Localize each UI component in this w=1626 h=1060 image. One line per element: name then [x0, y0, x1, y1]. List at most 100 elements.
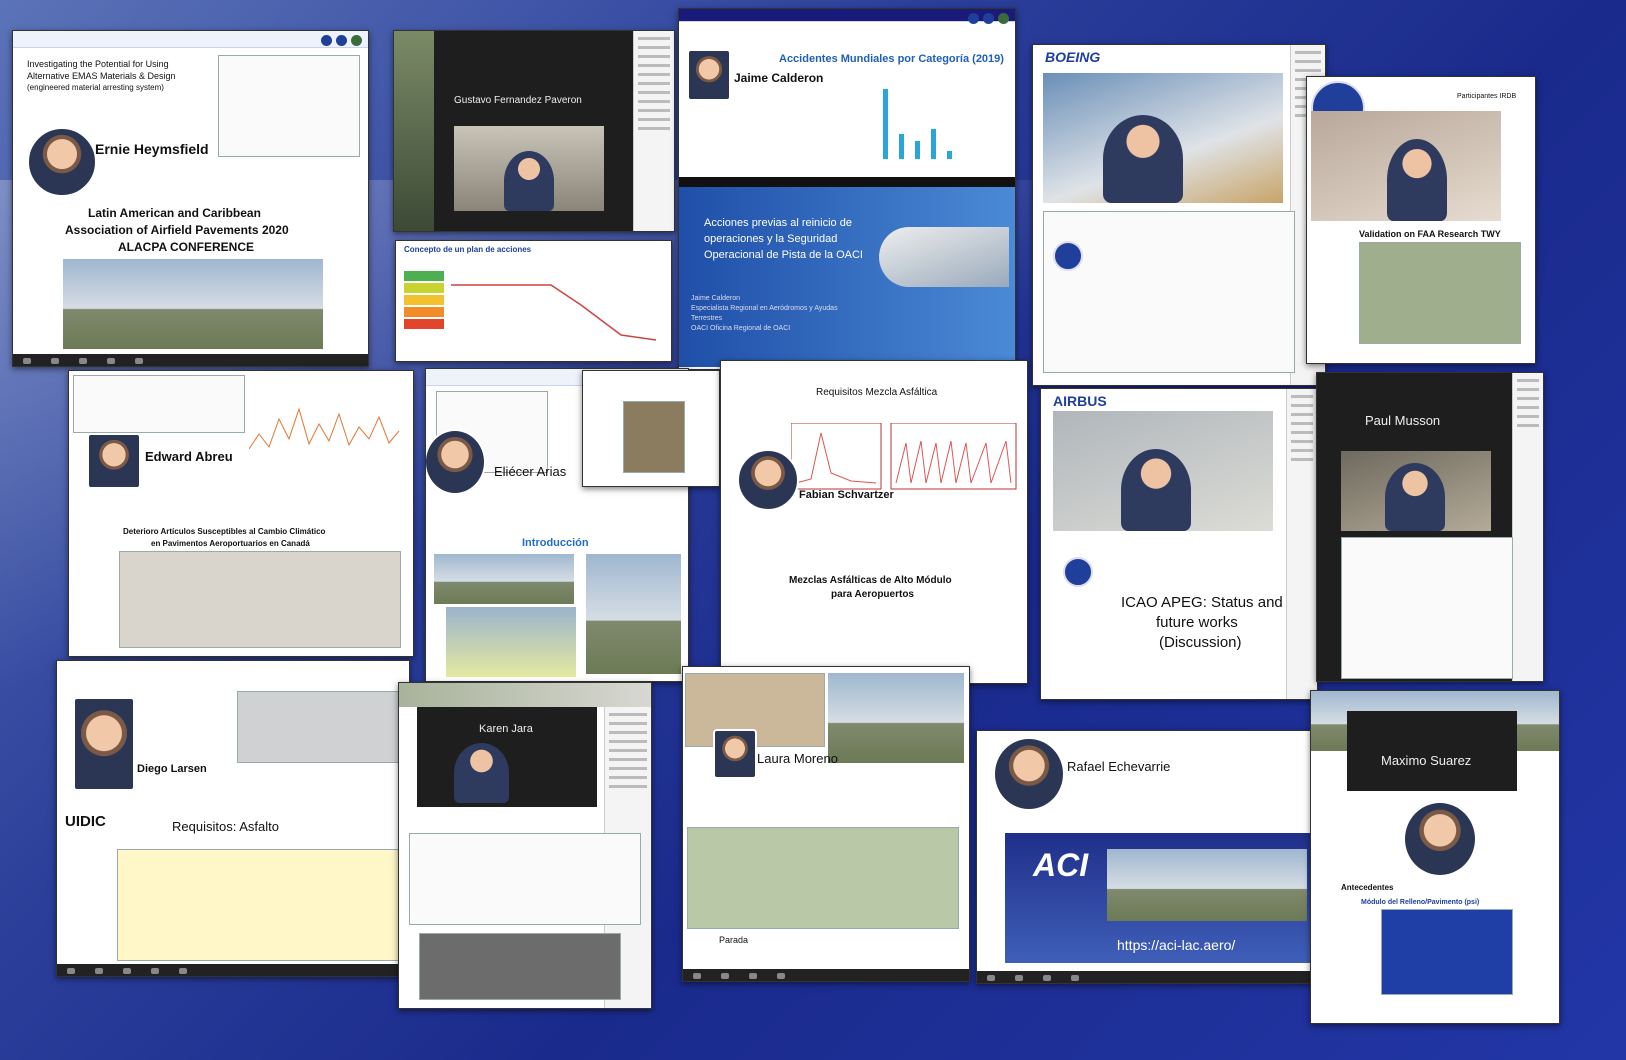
section-title: Introducción: [522, 537, 589, 549]
video-area: [1347, 711, 1517, 791]
conference-line-3: ALACPA CONFERENCE: [118, 240, 255, 254]
text-slide: [73, 375, 245, 433]
speaker-name: Rafael Echevarrie: [1067, 759, 1171, 774]
zoom-toolbar[interactable]: [977, 971, 1349, 983]
speaker-person: [454, 743, 509, 803]
chart-title: Módulo del Relleno/Pavimento (psi): [1361, 899, 1480, 906]
accident-bar-chart: [883, 89, 952, 159]
zoom-toolbar[interactable]: [57, 964, 409, 976]
runway-chart: [409, 833, 641, 925]
tile-faa-research: Participantes IRDB Validation on FAA Res…: [1306, 76, 1536, 364]
speaker-name: Eliécer Arias: [494, 464, 567, 479]
slide-title: Requisitos: Asfalto: [172, 819, 279, 834]
aerial-photo: [394, 31, 434, 231]
footer-line-3: Terrestres: [691, 315, 723, 322]
speaker-name: Laura Moreno: [757, 751, 838, 766]
tile-diego-larsen: Diego Larsen UIDIC Requisitos: Asfalto: [56, 660, 410, 977]
time-series-chart: [249, 407, 400, 450]
conference-line-1: Latin American and Caribbean: [88, 206, 261, 220]
risk-level-amber: [404, 295, 444, 305]
jet-wing-image: [879, 227, 1009, 287]
conference-line-2: Association of Airfield Pavements 2020: [65, 223, 289, 237]
speaker-name: Edward Abreu: [145, 449, 233, 464]
risk-curve: [451, 284, 657, 341]
footer-line-1: Jaime Calderon: [691, 295, 741, 302]
aerial-runway-map: [1359, 242, 1521, 344]
speaker-person: [1103, 115, 1183, 203]
cockpit-view: [828, 673, 964, 763]
asphalt-table: [117, 849, 399, 961]
speaker-name: Maximo Suarez: [1381, 753, 1472, 768]
map-legend: Parada: [719, 935, 749, 945]
mix-chart: [791, 423, 1017, 490]
slide-line-2: future works: [1156, 614, 1238, 631]
speaker-name: Paul Musson: [1365, 413, 1441, 428]
slide-line-1: Acciones previas al reinicio de: [704, 217, 852, 229]
participants-sidebar[interactable]: [1512, 373, 1543, 681]
org-label: UIDIC: [65, 813, 106, 830]
tile-jaime-calderon: Jaime Calderon Accidentes Mundiales por …: [678, 8, 1016, 370]
speaker-person: [1385, 463, 1445, 531]
zoom-toolbar[interactable]: [13, 354, 368, 366]
tile-laura-moreno: Laura Moreno Parada: [682, 666, 970, 982]
shared-slide: [1043, 211, 1295, 373]
speaker-person: [1121, 449, 1191, 531]
speaker-name: Fabian Schvartzer: [799, 489, 894, 501]
tile-paul-musson: Paul Musson: [1316, 372, 1544, 682]
icao-logo: [1063, 557, 1093, 587]
tile-boeing: BOEING: [1032, 44, 1326, 386]
slide-line-1: ICAO APEG: Status and: [1121, 594, 1283, 611]
speaker-photo: [87, 433, 141, 489]
presentation-bar: [679, 177, 1015, 187]
shared-slide: [1341, 537, 1513, 679]
slide-title-line-2: para Aeropuertos: [831, 589, 914, 600]
speaker-photo: [73, 697, 135, 791]
aircraft-photo-right: [263, 259, 323, 349]
speaker-photo: [1403, 801, 1477, 877]
slide-line-3: (Discussion): [1159, 634, 1242, 651]
speaker-photo: [27, 127, 97, 197]
chart-title: Requisitos Mezcla Asfáltica: [816, 387, 938, 398]
paper-title-line-3: (engineered material arresting system): [27, 83, 164, 92]
icao-logo: [1053, 241, 1083, 271]
slide-header: [679, 9, 1015, 24]
slide-title-line-2: en Pavimentos Aeroportuarios en Canadá: [151, 539, 310, 548]
paper-title-line-1: Investigating the Potential for Using: [27, 59, 169, 69]
speaker-person: [1387, 139, 1447, 221]
speaker-person: [504, 151, 554, 211]
modulus-chart: [1381, 909, 1513, 995]
slide-line-3: Operacional de Pista de la OACI: [704, 249, 863, 261]
icao-slide: Acciones previas al reinicio de operacio…: [679, 187, 1015, 367]
speaker-photo: [993, 737, 1065, 811]
participants-sidebar[interactable]: [633, 31, 674, 231]
slide-title-line-1: Mezclas Asfálticas de Alto Módulo: [789, 575, 952, 586]
boeing-logo: BOEING: [1045, 49, 1101, 65]
risk-level-red2: [404, 319, 444, 329]
participants-header: Participantes IRDB: [1457, 93, 1517, 100]
tile-rafael-echevarrie: Rafael Echevarrie ACI https://aci-lac.ae…: [976, 730, 1350, 984]
tile-fabian-schvartzer: Requisitos Mezcla Asfáltica Fabian Schva…: [720, 360, 1028, 684]
tile-gustavo: Gustavo Fernandez Paveron: [393, 30, 675, 232]
airport-layout: [687, 827, 959, 929]
b29-aircraft-photo: [63, 259, 263, 349]
speaker-name: Ernie Heymsfield: [95, 141, 209, 157]
participants-sidebar[interactable]: [1286, 389, 1317, 699]
aerial-photo: [399, 683, 651, 707]
slide-diagram: [218, 55, 360, 157]
aci-url[interactable]: https://aci-lac.aero/: [1117, 937, 1235, 953]
pavement-photos: [119, 551, 401, 648]
airport-photo: [1107, 849, 1307, 921]
footer-line-4: OACI Oficina Regional de OACI: [691, 325, 791, 332]
chart-title: Concepto de un plan de acciones: [404, 245, 532, 254]
zoom-toolbar[interactable]: [683, 969, 969, 981]
pipe-photo: [623, 401, 685, 473]
slide-header: [13, 31, 368, 48]
aircraft-gear-photo: [237, 691, 405, 763]
tile-airbus: AIRBUS ICAO APEG: Status and future work…: [1040, 388, 1318, 700]
tile-eliecer-chart: [582, 370, 720, 487]
paper-title-line-2: Alternative EMAS Materials & Design: [27, 71, 176, 81]
airbus-logo: AIRBUS: [1053, 393, 1107, 409]
speaker-photo: [713, 729, 757, 779]
speaker-name: Karen Jara: [479, 723, 533, 735]
tile-edward-abreu: Edward Abreu Deterioro Artículos Suscept…: [68, 370, 414, 657]
